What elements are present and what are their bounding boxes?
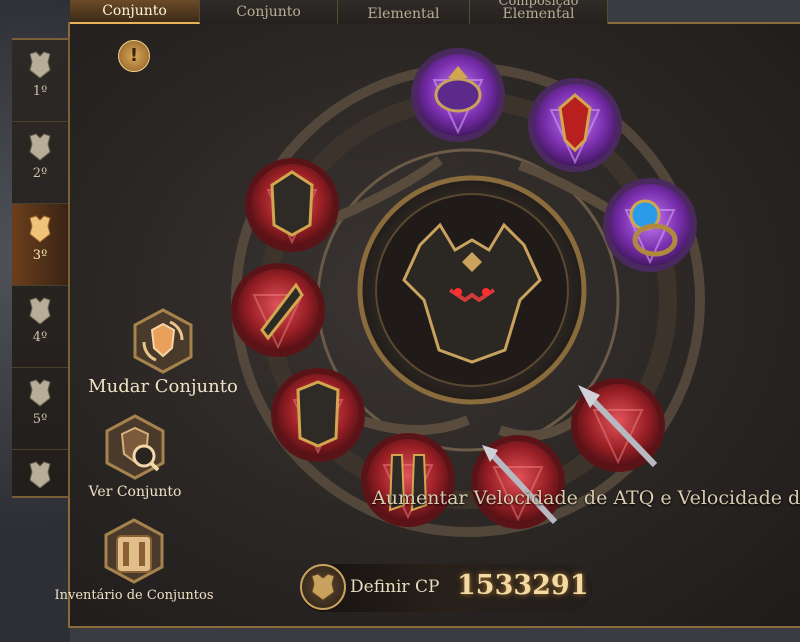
set-effect-tooltip: Aumentar Velocidade de ATQ e Velocidade …: [372, 487, 800, 509]
view-set-button[interactable]: Ver Conjunto: [80, 414, 190, 500]
spear-item-slot[interactable]: [571, 378, 665, 472]
inventory-label: Inventário de Conjuntos: [54, 588, 214, 603]
chest-armor-item-slot[interactable]: [271, 368, 365, 462]
gauntlet-item-slot[interactable]: [231, 263, 325, 357]
swap-set-icon: [133, 308, 193, 374]
inventory-bag-icon: [104, 518, 164, 584]
ring-item-slot[interactable]: [411, 48, 505, 142]
combat-power-bar: Definir CP 1533291: [300, 564, 592, 612]
armor-icon: [300, 564, 346, 610]
boots-item-slot[interactable]: [361, 433, 455, 527]
change-set-button[interactable]: Mudar Conjunto: [88, 308, 238, 397]
view-set-icon: [105, 414, 165, 480]
earring-item-slot[interactable]: [528, 78, 622, 172]
set-inventory-button[interactable]: Inventário de Conjuntos: [48, 518, 220, 603]
trident-item-slot[interactable]: [471, 435, 565, 529]
helmet-item-slot[interactable]: [245, 158, 339, 252]
view-set-label: Ver Conjunto: [88, 484, 182, 500]
change-set-label: Mudar Conjunto: [88, 376, 238, 397]
cp-label: Definir CP: [350, 577, 440, 597]
cp-value: 1533291: [457, 570, 589, 601]
gem-ring-item-slot[interactable]: [603, 178, 697, 272]
